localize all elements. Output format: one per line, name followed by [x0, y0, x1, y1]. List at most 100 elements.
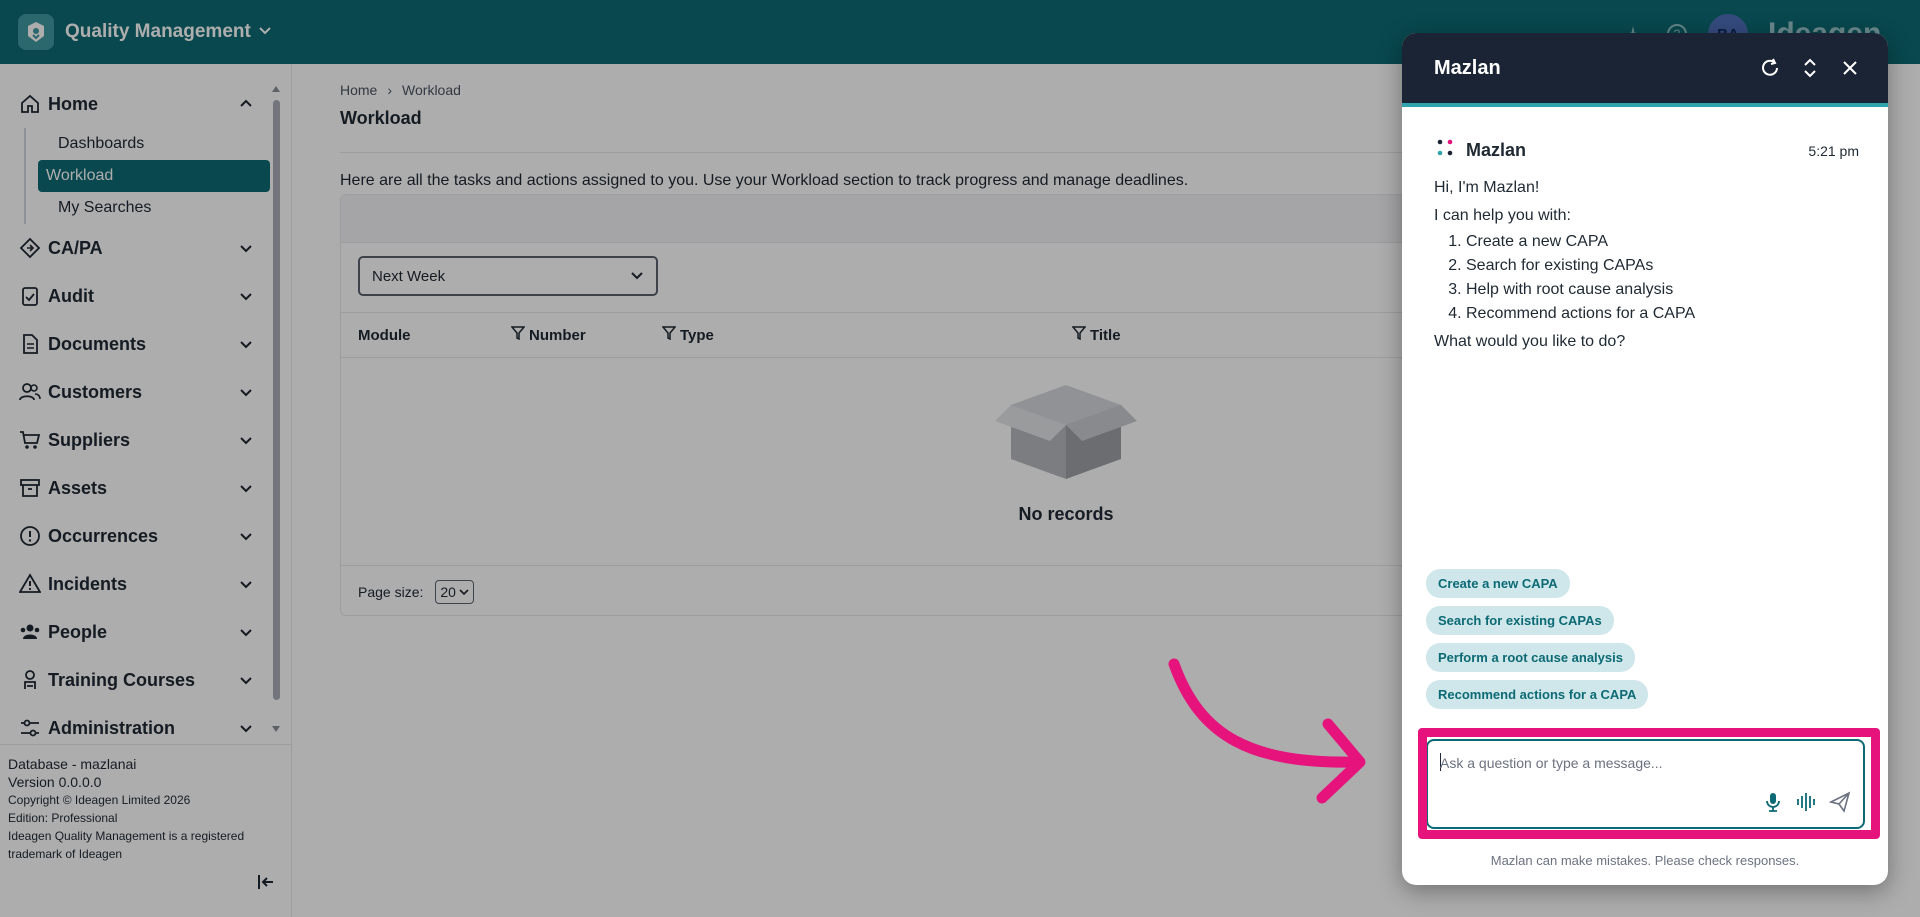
- column-number[interactable]: Number: [510, 326, 586, 344]
- annotation-arrow-icon: [1168, 658, 1366, 804]
- scroll-down-icon[interactable]: [272, 726, 280, 732]
- version-text: Version 0.0.0.0: [8, 774, 102, 790]
- list-item: Create a new CAPA: [1466, 230, 1859, 254]
- column-label: Number: [529, 326, 586, 344]
- app-switcher[interactable]: Quality Management: [0, 0, 292, 64]
- sidebar-item-suppliers[interactable]: Suppliers: [0, 416, 270, 464]
- empty-message: No records: [1018, 504, 1114, 524]
- period-select[interactable]: Next Week: [358, 256, 658, 296]
- column-label: Module: [358, 326, 411, 344]
- app-logo-icon: [18, 14, 54, 50]
- archive-icon: [18, 476, 42, 500]
- list-item: Search for existing CAPAs: [1466, 254, 1859, 278]
- trademark-text-2: trademark of Ideagen: [8, 847, 123, 861]
- chevron-down-icon: [236, 721, 256, 735]
- page-title: Workload: [340, 108, 422, 128]
- message-question: What would you like to do?: [1434, 333, 1626, 350]
- sidebar-item-my-searches[interactable]: My Searches: [38, 192, 262, 224]
- chat-disclaimer: Mazlan can make mistakes. Please check r…: [1490, 853, 1800, 868]
- chevron-down-icon: [258, 23, 282, 42]
- message-sender: Mazlan: [1466, 140, 1527, 160]
- sidebar-item-assets[interactable]: Assets: [0, 464, 270, 512]
- filter-icon[interactable]: [661, 326, 677, 344]
- sidebar-item-workload[interactable]: Workload: [38, 160, 270, 192]
- highlight-box: [1418, 728, 1880, 839]
- cart-icon: [18, 428, 42, 452]
- training-icon: [18, 668, 42, 692]
- filter-icon[interactable]: [1071, 326, 1087, 344]
- document-icon: [18, 332, 42, 356]
- filter-icon[interactable]: [510, 326, 526, 344]
- column-label: Type: [680, 326, 714, 344]
- sidebar-item-label: Home: [48, 93, 99, 114]
- expand-icon[interactable]: [1790, 48, 1830, 88]
- empty-box-icon: [981, 375, 1151, 486]
- audit-icon: [18, 284, 42, 308]
- sidebar-scrollbar[interactable]: [272, 86, 280, 732]
- suggestion-search-capas[interactable]: Search for existing CAPAs: [1426, 606, 1614, 635]
- sidebar-item-people[interactable]: People: [0, 608, 270, 656]
- column-title[interactable]: Title: [1071, 326, 1121, 344]
- chevron-up-icon: [236, 97, 256, 111]
- sidebar-item-home[interactable]: Home: [0, 80, 270, 128]
- message-greeting: Hi, I'm Mazlan!: [1434, 179, 1540, 196]
- period-select-value: Next Week: [372, 267, 446, 285]
- sidebar-item-label: Incidents: [48, 573, 128, 594]
- sidebar-item-capa[interactable]: CA/PA: [0, 224, 270, 272]
- sidebar-item-training-courses[interactable]: Training Courses: [0, 656, 270, 704]
- refresh-icon[interactable]: [1750, 48, 1790, 88]
- close-icon[interactable]: [1830, 48, 1870, 88]
- empty-state: No records: [981, 375, 1151, 525]
- sidebar-footer: Database - mazlanai Version 0.0.0.0 Copy…: [0, 744, 292, 863]
- copyright-text: Copyright © Ideagen Limited 2026: [8, 793, 191, 807]
- home-icon: [18, 92, 42, 116]
- sidebar-item-dashboards[interactable]: Dashboards: [38, 128, 262, 160]
- breadcrumb: Home › Workload: [340, 82, 461, 98]
- chevron-down-icon: [236, 337, 256, 351]
- sidebar-item-audit[interactable]: Audit: [0, 272, 270, 320]
- page-size-select[interactable]: 20: [435, 579, 474, 604]
- chevron-down-icon: [236, 433, 256, 447]
- column-label: Title: [1090, 326, 1121, 344]
- sidebar-item-label: Administration: [48, 717, 176, 738]
- chevron-down-icon: [236, 385, 256, 399]
- message-options: Create a new CAPA Search for existing CA…: [1434, 230, 1859, 326]
- sidebar-item-label: Training Courses: [48, 669, 196, 690]
- collapse-sidebar-icon[interactable]: [256, 872, 276, 892]
- chat-header: Mazlan: [1402, 33, 1888, 107]
- page-intro: Here are all the tasks and actions assig…: [340, 172, 1189, 189]
- sliders-icon: [18, 716, 42, 740]
- breadcrumb-home[interactable]: Home: [340, 82, 377, 98]
- sidebar-item-label: People: [48, 621, 108, 642]
- home-subnav: Dashboards Workload My Searches: [24, 128, 270, 224]
- sidebar-item-label: Occurrences: [48, 525, 159, 546]
- column-type[interactable]: Type: [661, 326, 714, 344]
- scrollbar-thumb[interactable]: [273, 100, 280, 700]
- sidebar-item-incidents[interactable]: Incidents: [0, 560, 270, 608]
- sidebar-item-label: Audit: [48, 285, 94, 306]
- breadcrumb-separator-icon: ›: [387, 82, 393, 98]
- suggestion-recommend-actions[interactable]: Recommend actions for a CAPA: [1426, 680, 1649, 709]
- chevron-down-icon: [236, 481, 256, 495]
- sidebar-item-occurrences[interactable]: Occurrences: [0, 512, 270, 560]
- chevron-down-icon: [236, 577, 256, 591]
- sidebar-item-documents[interactable]: Documents: [0, 320, 270, 368]
- sidebar-item-label: CA/PA: [48, 237, 103, 258]
- chevron-down-icon: [459, 584, 469, 600]
- sidebar-item-customers[interactable]: Customers: [0, 368, 270, 416]
- edition-text: Edition: Professional: [8, 811, 118, 825]
- assistant-message: Mazlan 5:21 pm Hi, I'm Mazlan! I can hel…: [1434, 137, 1859, 356]
- list-item: Help with root cause analysis: [1466, 278, 1859, 302]
- sidebar-item-label: Documents: [48, 333, 147, 354]
- chat-title: Mazlan: [1434, 56, 1501, 79]
- assistant-logo-icon: [1434, 137, 1456, 164]
- suggestion-root-cause[interactable]: Perform a root cause analysis: [1426, 643, 1635, 672]
- column-module[interactable]: Module: [358, 327, 411, 344]
- suggestion-create-capa[interactable]: Create a new CAPA: [1426, 569, 1570, 598]
- message-help-intro: I can help you with:: [1434, 207, 1571, 224]
- customers-icon: [18, 380, 42, 404]
- scroll-up-icon[interactable]: [272, 86, 280, 92]
- warning-icon: [18, 572, 42, 596]
- chevron-down-icon: [236, 625, 256, 639]
- list-item: Recommend actions for a CAPA: [1466, 302, 1859, 326]
